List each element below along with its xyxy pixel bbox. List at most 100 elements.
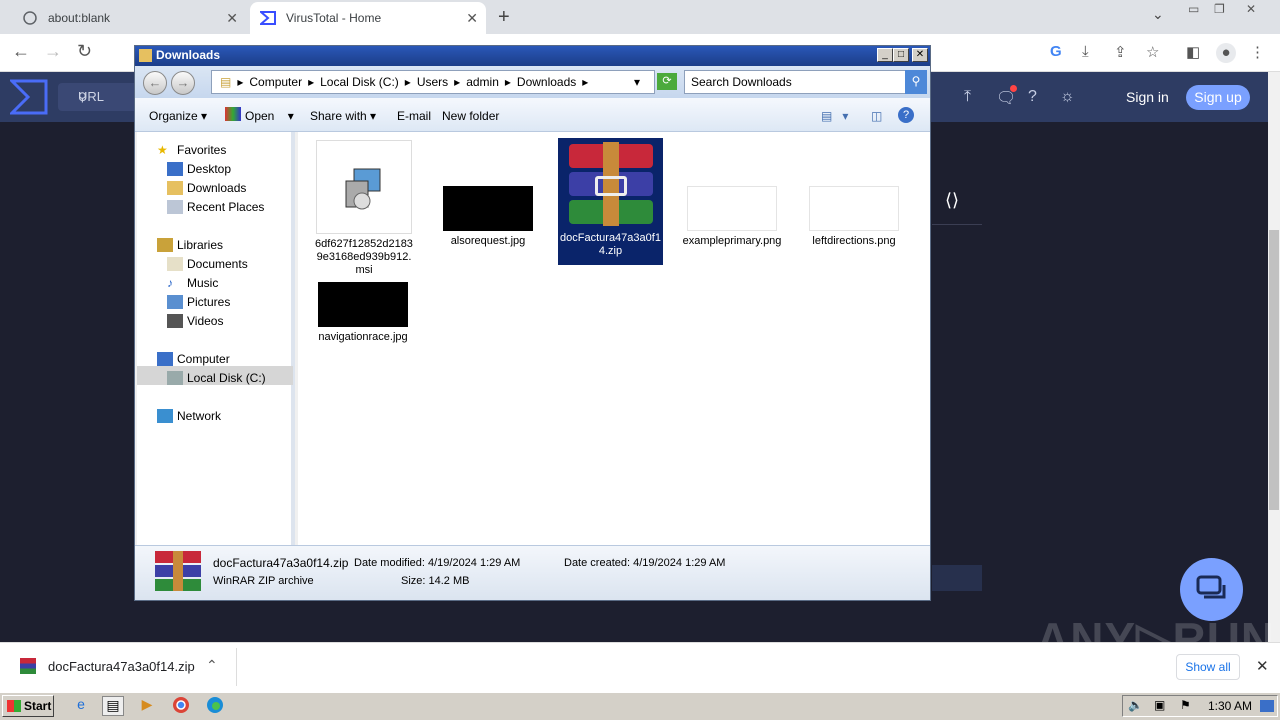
nav-documents[interactable]: Documents [167,257,248,271]
nav-favorites[interactable]: ★ Favorites [157,143,226,157]
file-item-selected[interactable]: docFactura47a3a0f14.zip [558,138,663,265]
breadcrumb-localdisk[interactable]: Local Disk (C:) [320,75,399,89]
upload-icon[interactable]: ⤒ [964,88,971,106]
chevron-icon[interactable]: ▸ [505,75,511,89]
close-window-icon[interactable]: ✕ [1246,2,1256,16]
tab-about-blank[interactable]: about:blank ✕ [14,2,246,34]
show-desktop-icon[interactable] [1260,700,1274,712]
chevron-icon[interactable]: ▸ [405,75,411,89]
maximize-button[interactable]: □ [893,48,909,62]
ie-icon[interactable]: e [70,696,92,716]
folder-icon: ▤ [220,75,232,89]
sign-up-button[interactable]: Sign up [1186,85,1250,110]
flag-icon[interactable]: ⚑ [1180,698,1191,712]
chevron-icon[interactable]: ▸ [454,75,460,89]
breadcrumb-admin[interactable]: admin [466,75,499,89]
tab-virustotal[interactable]: VirusTotal - Home ✕ [250,2,486,34]
scrollbar-thumb[interactable] [1269,230,1279,510]
file-item[interactable]: exampleprimary.png [682,186,782,248]
detail-type: WinRAR ZIP archive [213,575,314,587]
nav-libraries[interactable]: Libraries [157,238,223,252]
nav-music[interactable]: ♪ Music [167,276,218,290]
nav-recent-places[interactable]: Recent Places [167,200,264,214]
preview-pane-icon[interactable]: ◫ [871,109,882,123]
back-button[interactable]: ← [12,41,30,62]
restore-icon[interactable]: ❐ [1214,2,1225,16]
download-item[interactable]: docFactura47a3a0f14.zip [48,659,195,674]
file-item[interactable]: alsorequest.jpg [438,186,538,248]
open-label: Open [245,109,275,123]
tab-search-icon[interactable]: ⌄ [1152,6,1164,23]
minimize-icon[interactable]: ▭ [1188,2,1199,16]
divider [236,648,237,686]
address-bar[interactable]: ▤ ▸ Computer ▸ Local Disk (C:) ▸ Users ▸ ad… [211,70,655,94]
notification-dot [1010,85,1017,92]
close-tab-icon[interactable]: ✕ [466,10,478,27]
network-tray-icon[interactable]: ▣ [1154,698,1165,712]
search-icon[interactable]: ⚲ [905,70,927,94]
api-icon[interactable]: ⟨⟩ [945,190,959,211]
email-button[interactable]: E-mail [397,109,431,123]
chevron-icon[interactable]: ▸ [582,75,588,89]
refresh-button[interactable]: ⟳ [657,73,677,90]
organize-button[interactable]: Organize ▾ [149,109,207,123]
nav-label: Documents [187,257,248,271]
edge-icon[interactable] [204,696,226,716]
profile-icon[interactable]: ● [1216,43,1236,63]
breadcrumb-downloads[interactable]: Downloads [517,75,576,89]
nav-label: Local Disk (C:) [187,371,266,385]
side-panel-icon[interactable]: ◧ [1186,43,1200,61]
nav-computer[interactable]: Computer [157,352,230,366]
file-item[interactable]: 6df627f12852d21839e3168ed939b912.msi [314,140,414,277]
search-input[interactable]: Search Downloads [684,70,906,94]
start-button[interactable]: Start [2,695,54,717]
help-icon[interactable]: ? [898,107,914,123]
forward-button[interactable]: → [44,41,62,62]
chevron-up-icon[interactable]: ⌃ [206,657,218,674]
install-icon[interactable]: ⤓ [1082,43,1089,60]
breadcrumb-users[interactable]: Users [417,75,448,89]
bookmark-star-icon[interactable]: ☆ [1146,43,1159,61]
file-item[interactable]: leftdirections.png [804,186,904,248]
nav-local-disk[interactable]: Local Disk (C:) [167,371,266,385]
virustotal-logo[interactable] [8,79,48,115]
close-tab-icon[interactable]: ✕ [226,10,238,27]
file-item[interactable]: navigationrace.jpg [313,282,413,344]
media-player-icon[interactable]: ▶ [136,696,158,716]
reload-button[interactable]: ↻ [77,41,92,62]
file-name: navigationrace.jpg [318,331,408,343]
forward-button[interactable]: → [171,71,195,95]
chevron-icon[interactable]: ▸ [308,75,314,89]
details-pane: docFactura47a3a0f14.zip WinRAR ZIP archi… [135,545,930,600]
open-button[interactable]: Open ▾ [245,109,294,123]
chrome-icon[interactable] [170,696,192,716]
explorer-icon[interactable]: ▤ [102,696,124,716]
breadcrumb-computer[interactable]: Computer [249,75,302,89]
nav-pictures[interactable]: Pictures [167,295,230,309]
nav-downloads[interactable]: Downloads [167,181,246,195]
share-with-button[interactable]: Share with ▾ [310,109,376,123]
menu-icon[interactable]: ⋮ [1250,43,1265,61]
show-all-button[interactable]: Show all [1176,654,1240,680]
share-icon[interactable]: ⇪ [1114,43,1127,61]
help-icon[interactable]: ? [1028,88,1037,106]
theme-toggle-icon[interactable]: ☼ [1060,88,1075,106]
minimize-button[interactable]: _ [877,48,893,62]
image-thumb [687,186,777,231]
nav-videos[interactable]: Videos [167,314,223,328]
view-icon[interactable]: ▤ ▾ [821,109,848,123]
google-icon[interactable]: G [1050,43,1062,60]
new-tab-button[interactable]: + [498,6,510,29]
nav-desktop[interactable]: Desktop [167,162,231,176]
close-button[interactable]: ✕ [912,48,928,62]
volume-icon[interactable]: 🔈 [1128,698,1143,712]
new-folder-button[interactable]: New folder [442,109,499,123]
back-button[interactable]: ← [143,71,167,95]
nav-network[interactable]: Network [157,409,221,423]
history-dropdown-icon[interactable]: ▾ [634,75,640,89]
close-icon[interactable]: ✕ [1256,657,1269,675]
vt-panel [932,565,982,591]
network-icon [157,409,173,423]
sign-in-link[interactable]: Sign in [1126,89,1169,105]
clock[interactable]: 1:30 AM [1208,699,1252,713]
